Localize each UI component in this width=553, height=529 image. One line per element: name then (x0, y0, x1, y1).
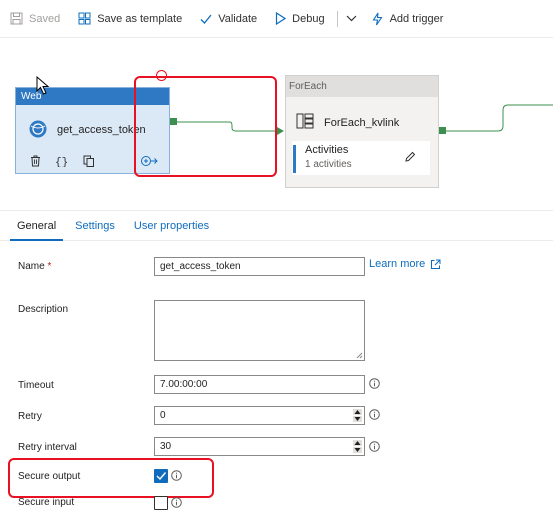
chevron-down-icon (346, 15, 356, 22)
highlight-circle (156, 70, 167, 81)
required-indicator: * (47, 261, 52, 272)
name-label: Name (18, 261, 45, 272)
foreach-title-row: ForEach_kvlink (296, 113, 399, 132)
foreach-success-port[interactable] (439, 127, 446, 134)
secure-output-highlight (8, 458, 214, 498)
stepper-up-icon[interactable] (353, 409, 362, 415)
toolbar-divider (336, 10, 338, 27)
edit-pencil-icon[interactable] (404, 151, 416, 166)
retry-interval-input[interactable]: 30 (154, 437, 365, 456)
retry-input[interactable]: 0 (154, 406, 365, 425)
timeout-label: Timeout (18, 380, 54, 391)
play-icon (276, 12, 287, 25)
pipeline-canvas[interactable]: Web get_access_token {} ForEach ForEach_… (0, 38, 553, 210)
name-input[interactable] (154, 257, 365, 276)
retry-label: Retry (18, 411, 42, 422)
description-textarea[interactable] (154, 300, 365, 361)
save-icon (10, 12, 23, 25)
save-as-template-button[interactable]: Save as template (78, 0, 182, 38)
foreach-type-label: ForEach (286, 76, 438, 97)
code-icon[interactable]: {} (55, 155, 69, 167)
connector-arrowhead (277, 127, 284, 135)
delete-icon[interactable] (30, 155, 41, 167)
retry-stepper[interactable] (353, 409, 362, 422)
retry-interval-value: 30 (160, 441, 172, 452)
debug-button[interactable]: Debug (275, 0, 325, 38)
activities-label: Activities (305, 144, 349, 156)
learn-more-label: Learn more (369, 258, 426, 270)
saved-label: Saved (29, 12, 61, 25)
add-trigger-label: Add trigger (389, 12, 444, 25)
retry-value: 0 (160, 410, 166, 421)
template-icon (78, 12, 91, 25)
tab-settings[interactable]: Settings (68, 220, 122, 240)
retry-interval-info-icon[interactable] (369, 441, 380, 452)
foreach-icon (296, 113, 314, 132)
foreach-activities-panel[interactable]: Activities 1 activities (292, 141, 430, 175)
tab-user-properties[interactable]: User properties (127, 220, 216, 240)
secure-input-checkbox[interactable] (154, 496, 168, 510)
stepper-up-icon[interactable] (353, 440, 362, 446)
stepper-down-icon[interactable] (353, 416, 362, 422)
retry-info-icon[interactable] (369, 409, 380, 420)
resize-grip-icon (356, 352, 363, 359)
foreach-outgoing-connector (444, 104, 553, 132)
save-as-template-label: Save as template (97, 12, 183, 25)
timeout-info-icon[interactable] (369, 378, 380, 389)
retry-interval-label: Retry interval (18, 442, 77, 453)
timeout-input[interactable] (154, 375, 365, 394)
checkmark-icon (200, 14, 212, 24)
web-activity-name: get_access_token (57, 124, 146, 136)
saved-button[interactable]: Saved (10, 0, 60, 38)
highlight-rectangle (134, 76, 277, 177)
mouse-cursor-icon (36, 76, 50, 95)
description-label: Description (18, 304, 69, 315)
tab-general[interactable]: General (10, 220, 64, 241)
lightning-icon (372, 12, 383, 25)
secure-input-info-icon[interactable] (171, 497, 182, 508)
external-link-icon (431, 259, 441, 269)
svg-text:{}: {} (55, 157, 68, 167)
add-trigger-button[interactable]: Add trigger (371, 0, 444, 38)
web-activity-actions: {} (30, 155, 109, 167)
secure-input-label: Secure input (18, 497, 75, 508)
activities-count: 1 activities (305, 159, 352, 170)
name-label-row: Name * (18, 261, 51, 272)
foreach-activity-name: ForEach_kvlink (324, 116, 400, 129)
properties-tabs: General Settings User properties (0, 210, 553, 241)
learn-more-link[interactable]: Learn more (369, 258, 441, 270)
validate-button[interactable]: Validate (200, 0, 257, 38)
debug-options-dropdown[interactable] (346, 0, 357, 38)
toolbar: Saved Save as template Validate Debug Ad… (0, 0, 553, 38)
stepper-down-icon[interactable] (353, 447, 362, 453)
retry-interval-stepper[interactable] (353, 440, 362, 453)
activities-accent-bar (293, 145, 296, 173)
copy-icon[interactable] (83, 155, 95, 167)
debug-label: Debug (292, 12, 325, 25)
validate-label: Validate (218, 12, 258, 25)
foreach-activity-node[interactable]: ForEach ForEach_kvlink Activities 1 acti… (285, 75, 439, 188)
globe-icon (28, 119, 48, 142)
